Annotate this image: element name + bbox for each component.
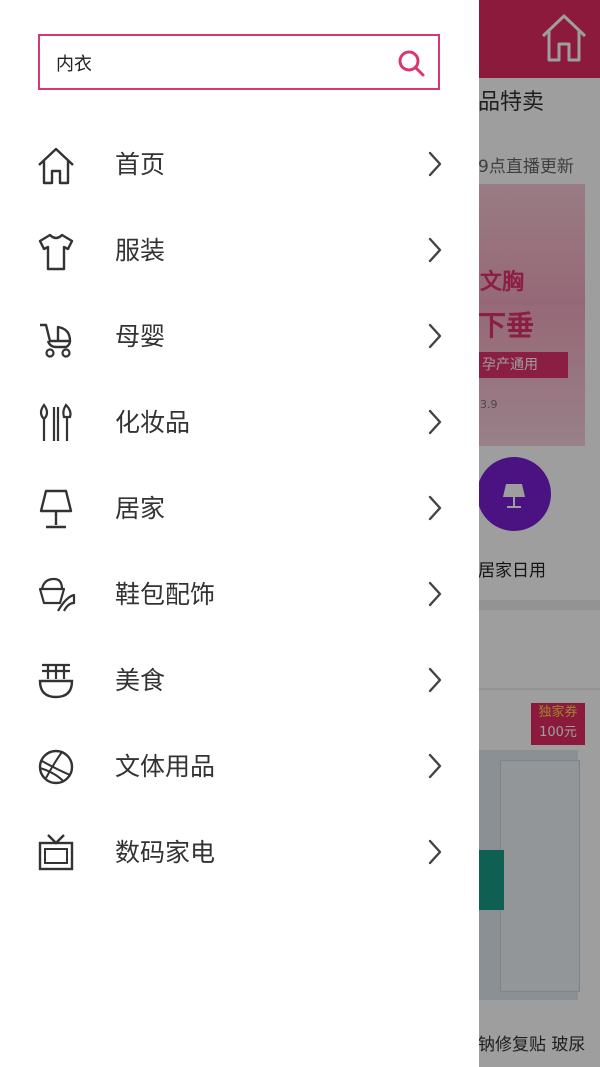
menu-item-label: 文体用品: [115, 752, 216, 781]
makeup-brushes-icon: [36, 401, 76, 445]
menu-item-label: 母婴: [115, 322, 166, 351]
lamp-icon: [36, 487, 76, 531]
menu-item-label: 美食: [115, 666, 166, 695]
stroller-icon: [36, 315, 76, 359]
tshirt-icon: [36, 229, 76, 273]
chevron-right-icon: [426, 321, 444, 351]
menu-item-label: 服装: [115, 236, 166, 265]
menu-item-tshirt[interactable]: 服装: [0, 208, 479, 294]
menu-item-label: 鞋包配饰: [115, 580, 216, 609]
chevron-right-icon: [426, 235, 444, 265]
search-icon: [398, 50, 425, 77]
chevron-right-icon: [426, 493, 444, 523]
chevron-right-icon: [426, 149, 444, 179]
menu-item-home[interactable]: 首页: [0, 122, 479, 208]
menu-item-stroller[interactable]: 母婴: [0, 294, 479, 380]
menu-item-basketball[interactable]: 文体用品: [0, 724, 479, 810]
category-drawer: 首页服装母婴化妆品居家鞋包配饰美食文体用品数码家电: [0, 0, 479, 1067]
search-button[interactable]: [396, 48, 426, 78]
menu-item-shoe-bag[interactable]: 鞋包配饰: [0, 552, 479, 638]
chevron-right-icon: [426, 579, 444, 609]
menu-item-noodle-bowl[interactable]: 美食: [0, 638, 479, 724]
menu-item-lamp[interactable]: 居家: [0, 466, 479, 552]
menu-item-label: 居家: [115, 494, 166, 523]
menu-item-tv[interactable]: 数码家电: [0, 810, 479, 896]
chevron-right-icon: [426, 407, 444, 437]
menu-item-label: 首页: [115, 150, 166, 179]
basketball-icon: [36, 745, 76, 789]
chevron-right-icon: [426, 751, 444, 781]
menu-item-label: 化妆品: [115, 408, 191, 437]
menu-item-makeup-brushes[interactable]: 化妆品: [0, 380, 479, 466]
chevron-right-icon: [426, 665, 444, 695]
search-input[interactable]: [54, 36, 388, 90]
noodle-bowl-icon: [36, 659, 76, 703]
chevron-right-icon: [426, 837, 444, 867]
home-icon: [36, 143, 76, 187]
shoe-bag-icon: [36, 573, 76, 617]
tv-icon: [36, 831, 76, 875]
menu-item-label: 数码家电: [115, 838, 216, 867]
search-box: [38, 34, 440, 90]
